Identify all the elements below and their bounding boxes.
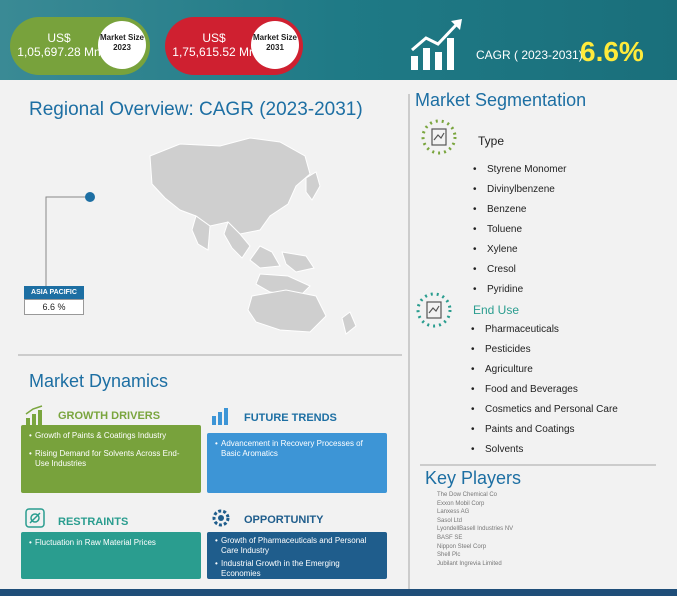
market-segmentation-title: Market Segmentation	[415, 90, 587, 110]
end-use-item: Food and Beverages	[471, 384, 618, 404]
future-trend-item: Advancement in Recovery Processes of Bas…	[215, 439, 379, 459]
regional-overview-title: Regional Overview: CAGR (2023-2031)	[29, 99, 363, 120]
market-size-2031-pill: US$ 1,75,615.52 Mn Market Size 2031	[165, 17, 303, 75]
key-players-divider	[420, 464, 656, 466]
growth-drivers-box: Growth of Paints & Coatings Industry Ris…	[21, 425, 201, 493]
restraints-icon	[25, 508, 45, 528]
cagr-value: 6.6%	[580, 36, 644, 67]
opportunity-title: OPPORTUNITY	[244, 514, 324, 526]
cagr-label: CAGR ( 2023-2031)	[476, 48, 583, 62]
opportunity-box: Growth of Pharmaceuticals and Personal C…	[207, 532, 387, 579]
end-use-item: Pharmaceuticals	[471, 324, 618, 344]
end-use-item: Paints and Coatings	[471, 424, 618, 444]
section-divider	[18, 354, 402, 356]
market-size-2031-value: US$ 1,75,615.52 Mn	[172, 31, 256, 59]
key-player-item: Exxon Mobil Corp	[437, 500, 485, 507]
end-use-item: Agriculture	[471, 364, 618, 384]
future-trends-box: Advancement in Recovery Processes of Bas…	[207, 433, 387, 493]
market-size-2031-label: Market Size 2031	[251, 21, 299, 69]
key-player-item: Jubilant Ingrevia Limited	[437, 560, 502, 567]
key-player-item: Nippon Steel Corp	[437, 543, 487, 550]
type-item: Xylene	[473, 244, 566, 264]
type-item: Cresol	[473, 264, 566, 284]
market-dynamics-title: Market Dynamics	[29, 371, 169, 391]
growth-driver-item: Rising Demand for Solvents Across End-Us…	[29, 449, 193, 469]
footer-bar	[0, 589, 677, 596]
growth-chart-icon	[411, 19, 462, 70]
end-use-list: Pharmaceuticals Pesticides Agriculture F…	[471, 324, 618, 464]
key-player-item: LyondellBasell Industries NV	[437, 526, 514, 533]
restraints-box: Fluctuation in Raw Material Prices	[21, 532, 201, 579]
end-use-item: Cosmetics and Personal Care	[471, 404, 618, 424]
growth-driver-item: Growth of Paints & Coatings Industry	[29, 431, 193, 441]
key-players-list: The Dow Chemical Co Exxon Mobil Corp Lan…	[437, 492, 513, 569]
opportunity-item: Industrial Growth in the Emerging Econom…	[215, 559, 379, 579]
end-use-item: Pesticides	[471, 344, 618, 364]
region-leader-line	[45, 192, 95, 286]
opportunity-gear-icon	[212, 509, 230, 527]
end-use-segment-icon	[416, 292, 452, 328]
region-name: ASIA PACIFIC	[24, 286, 84, 299]
type-label: Type	[478, 134, 505, 148]
key-player-item: The Dow Chemical Co	[437, 492, 498, 498]
type-item: Pyridine	[473, 284, 566, 304]
type-list: Styrene Monomer Divinylbenzene Benzene T…	[473, 164, 566, 304]
restraints-title: RESTRAINTS	[58, 516, 129, 528]
growth-drivers-icon	[25, 405, 43, 425]
opportunity-item: Growth of Pharmaceuticals and Personal C…	[215, 536, 379, 556]
asia-pacific-badge: ASIA PACIFIC 6.6 %	[24, 286, 84, 315]
end-use-item: Solvents	[471, 444, 618, 464]
key-player-item: Sasol Ltd	[437, 517, 463, 524]
key-player-item: BASF SE	[437, 534, 463, 541]
type-segment-icon	[421, 119, 457, 155]
asia-pacific-map	[149, 137, 357, 335]
restraint-item: Fluctuation in Raw Material Prices	[29, 538, 193, 548]
vertical-divider	[408, 94, 410, 594]
region-cagr-value: 6.6 %	[24, 299, 84, 315]
key-player-item: Lanxess AG	[437, 509, 470, 516]
market-size-2023-pill: US$ 1,05,697.28 Mn Market Size 2023	[10, 17, 150, 75]
growth-drivers-title: GROWTH DRIVERS	[58, 410, 161, 422]
future-trends-icon	[212, 408, 228, 425]
key-players-title: Key Players	[425, 468, 522, 488]
type-item: Benzene	[473, 204, 566, 224]
market-size-2023-value: US$ 1,05,697.28 Mn	[17, 31, 101, 59]
type-item: Divinylbenzene	[473, 184, 566, 204]
end-use-label: End Use	[473, 303, 520, 317]
market-size-2023-label: Market Size 2023	[98, 21, 146, 69]
type-item: Toluene	[473, 224, 566, 244]
future-trends-title: FUTURE TRENDS	[244, 412, 337, 424]
header-banner: US$ 1,05,697.28 Mn Market Size 2023 US$ …	[0, 0, 677, 80]
type-item: Styrene Monomer	[473, 164, 566, 184]
key-player-item: Shell Plc	[437, 552, 461, 559]
